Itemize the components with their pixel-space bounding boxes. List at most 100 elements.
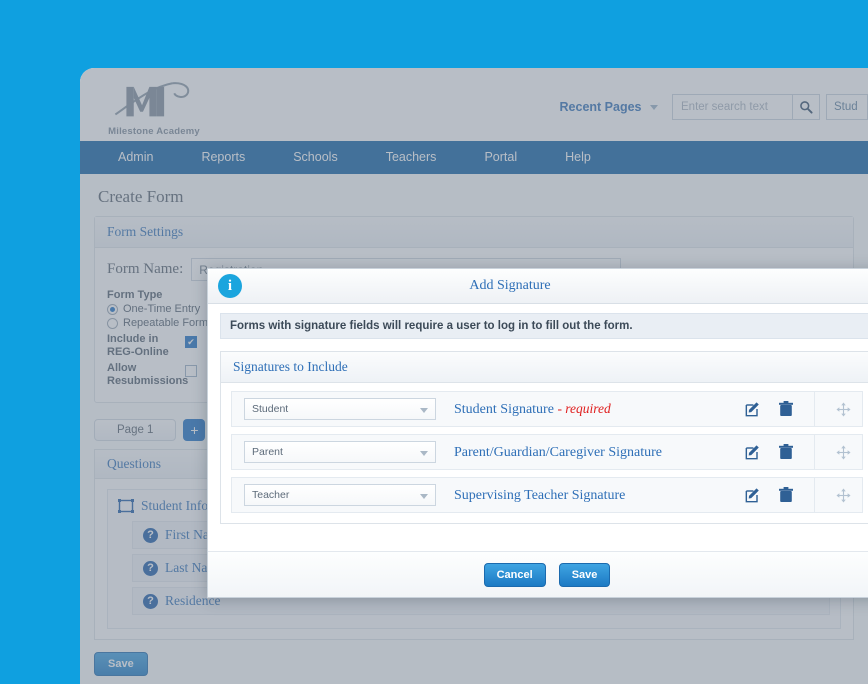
main-navigation: Admin Reports Schools Teachers Portal He… — [80, 141, 868, 174]
search-group — [672, 94, 820, 120]
logo-text: Milestone Academy — [108, 126, 200, 137]
checkbox-checked-icon — [185, 336, 197, 348]
move-arrows-icon — [836, 487, 851, 503]
add-signature-dialog: i Add Signature Forms with signature fie… — [207, 268, 868, 598]
nav-item-help[interactable]: Help — [541, 141, 615, 174]
signature-type-value: Parent — [252, 446, 283, 458]
recent-pages-menu[interactable]: Recent Pages — [560, 100, 658, 114]
add-page-button[interactable]: + — [183, 419, 206, 441]
row-divider — [814, 391, 815, 427]
chevron-down-icon — [650, 105, 658, 111]
delete-icon[interactable] — [777, 401, 794, 418]
nav-item-teachers[interactable]: Teachers — [362, 141, 461, 174]
student-dropdown[interactable]: Stud — [826, 94, 868, 120]
row-divider — [814, 477, 815, 513]
signature-label-text: Supervising Teacher Signature — [454, 487, 626, 503]
student-dropdown-label: Stud — [834, 101, 858, 113]
signature-label: Student Signature - required — [454, 401, 744, 418]
milestone-academy-logo-icon — [114, 82, 190, 117]
chevron-down-icon — [420, 408, 428, 413]
row-actions — [744, 477, 862, 513]
checkbox-include-reg-online[interactable]: Include in REG-Online — [107, 333, 217, 359]
form-settings-title: Form Settings — [95, 217, 853, 248]
radio-one-time-entry-label: One-Time Entry — [123, 303, 201, 315]
signature-required-text: - required — [557, 400, 611, 416]
row-divider — [814, 434, 815, 470]
signature-type-select-teacher[interactable]: Teacher — [244, 484, 436, 506]
signature-row-parent: Parent Parent/Guardian/Caregiver Signatu… — [231, 434, 863, 470]
search-input[interactable] — [672, 94, 792, 120]
signature-row-student: Student Student Signature - required — [231, 391, 863, 427]
move-arrows-icon — [836, 444, 851, 460]
image-frame-icon — [118, 499, 134, 513]
drag-handle-icon[interactable] — [835, 444, 852, 461]
form-name-label: Form Name: — [107, 261, 184, 277]
chevron-down-icon — [420, 451, 428, 456]
page-save-button[interactable]: Save — [94, 652, 148, 676]
dialog-title: Add Signature — [469, 278, 551, 293]
drag-handle-icon[interactable] — [835, 487, 852, 504]
signature-type-select-student[interactable]: Student — [244, 398, 436, 420]
question-mark-icon: ? — [143, 560, 158, 576]
save-button[interactable]: Save — [558, 562, 611, 587]
signature-type-select-parent[interactable]: Parent — [244, 441, 436, 463]
dialog-footer: Cancel Save — [208, 551, 868, 597]
trash-icon — [778, 401, 793, 416]
signature-label-text: Student Signature — [454, 401, 554, 417]
checkbox-unchecked-icon — [185, 365, 197, 377]
site-logo[interactable]: Milestone Academy — [98, 74, 210, 137]
nav-item-schools[interactable]: Schools — [269, 141, 361, 174]
row-actions — [744, 391, 862, 427]
radio-repeatable-form[interactable]: Repeatable Form — [107, 316, 217, 330]
delete-icon[interactable] — [777, 444, 794, 461]
info-icon: i — [218, 274, 242, 298]
edit-icon[interactable] — [744, 444, 761, 461]
page-title: Create Form — [98, 187, 184, 206]
nav-item-reports[interactable]: Reports — [177, 141, 269, 174]
signature-row-teacher: Teacher Supervising Teacher Signature — [231, 477, 863, 513]
search-button[interactable] — [792, 94, 820, 120]
edit-icon[interactable] — [744, 401, 761, 418]
include-reg-online-label: Include in REG-Online — [107, 333, 169, 358]
nav-item-admin[interactable]: Admin — [94, 141, 177, 174]
signature-rows: Student Student Signature - required Par… — [221, 383, 868, 523]
edit-pencil-icon — [745, 445, 759, 460]
recent-pages-label: Recent Pages — [559, 100, 642, 114]
header-right-group: Recent Pages Stud — [560, 94, 868, 120]
nav-item-portal[interactable]: Portal — [460, 141, 541, 174]
site-header: Milestone Academy Recent Pages Enter sea… — [80, 68, 868, 141]
signature-label: Supervising Teacher Signature — [454, 487, 744, 504]
signature-label: Parent/Guardian/Caregiver Signature — [454, 444, 744, 461]
question-mark-icon: ? — [143, 593, 158, 609]
edit-pencil-icon — [745, 402, 759, 417]
form-type-label: Form Type — [107, 289, 163, 301]
dialog-titlebar: i Add Signature — [208, 269, 868, 304]
move-arrows-icon — [836, 401, 851, 417]
edit-icon[interactable] — [744, 487, 761, 504]
signature-type-value: Teacher — [252, 489, 290, 501]
signatures-panel-title: Signatures to Include — [221, 352, 868, 383]
radio-selected-icon — [107, 303, 118, 315]
radio-repeatable-form-label: Repeatable Form — [123, 317, 208, 329]
checkbox-allow-resubmissions[interactable]: Allow Resubmissions — [107, 362, 217, 388]
radio-one-time-entry[interactable]: One-Time Entry — [107, 302, 217, 316]
trash-icon — [778, 444, 793, 459]
signature-type-value: Student — [252, 403, 289, 415]
question-group-label: Student Info — [141, 498, 209, 513]
screen: Milestone Academy Recent Pages Enter sea… — [0, 0, 868, 684]
dialog-note: Forms with signature fields will require… — [220, 313, 868, 339]
question-mark-icon: ? — [143, 527, 158, 543]
signatures-panel: Signatures to Include Student Student Si… — [220, 351, 868, 524]
search-icon — [800, 101, 813, 114]
radio-unselected-icon — [107, 317, 118, 329]
delete-icon[interactable] — [777, 487, 794, 504]
form-type-column: Form Type One-Time Entry Repeatable Form… — [107, 289, 217, 388]
allow-resubmissions-label: Allow Resubmissions — [107, 362, 189, 387]
row-actions — [744, 434, 862, 470]
cancel-button[interactable]: Cancel — [483, 562, 546, 587]
signature-label-text: Parent/Guardian/Caregiver Signature — [454, 444, 662, 460]
page-tab-1[interactable]: Page 1 — [94, 419, 177, 441]
edit-pencil-icon — [745, 488, 759, 503]
drag-handle-icon[interactable] — [835, 401, 852, 418]
chevron-down-icon — [420, 494, 428, 499]
